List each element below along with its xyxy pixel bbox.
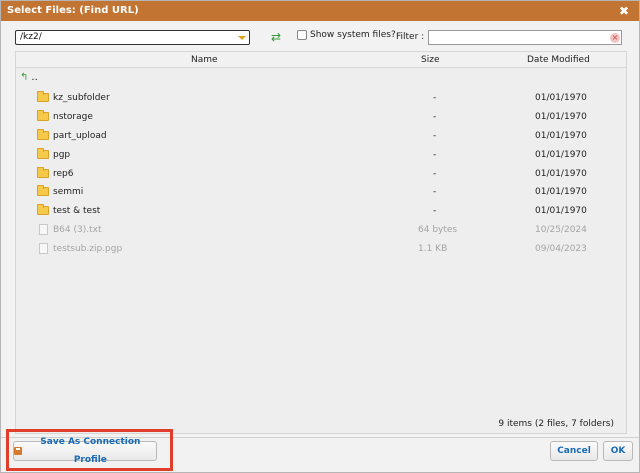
up-arrow-icon: ↰ xyxy=(20,72,29,83)
save-connection-profile-button[interactable]: Save As Connection Profile xyxy=(13,437,157,465)
show-system-files-checkbox[interactable]: Show system files? xyxy=(297,30,396,40)
row-date: 09/04/2023 xyxy=(535,244,587,255)
row-date: 01/01/1970 xyxy=(535,187,587,198)
grid-header: Name Size Date Modified xyxy=(16,52,626,68)
row-date: 01/01/1970 xyxy=(535,93,587,103)
row-date: 01/01/1970 xyxy=(535,111,587,122)
file-icon xyxy=(39,243,48,255)
row-size: - xyxy=(433,187,437,198)
row-size: - xyxy=(433,149,437,160)
row-name: nstorage xyxy=(53,111,93,122)
column-header-date[interactable]: Date Modified xyxy=(527,55,590,65)
column-header-size[interactable]: Size xyxy=(421,55,439,65)
file-icon xyxy=(39,224,48,236)
row-size: - xyxy=(433,111,437,122)
refresh-icon[interactable]: ⇄ xyxy=(271,30,281,44)
folder-row[interactable]: semmi - 01/01/1970 xyxy=(16,183,626,202)
row-date: 01/01/1970 xyxy=(535,206,587,217)
show-system-files-label: Show system files? xyxy=(310,30,396,40)
toolbar: /kz2/ ⇄ Show system files? Filter : × xyxy=(15,29,627,47)
row-size: 64 bytes xyxy=(418,225,458,236)
clear-filter-icon[interactable]: × xyxy=(610,33,620,43)
folder-row[interactable]: pgp - 01/01/1970 xyxy=(16,146,626,165)
row-date: 01/01/1970 xyxy=(535,149,587,160)
items-summary: 9 items (2 files, 7 folders) xyxy=(498,419,614,429)
path-value: /kz2/ xyxy=(20,32,42,42)
save-profile-label: Save As Connection Profile xyxy=(40,437,141,465)
column-header-name[interactable]: Name xyxy=(191,55,218,65)
ok-button[interactable]: OK xyxy=(603,441,633,461)
row-name: test & test xyxy=(53,206,101,217)
row-name: B64 (3).txt xyxy=(53,225,102,236)
folder-icon xyxy=(37,204,49,216)
save-icon xyxy=(14,447,22,455)
folder-icon xyxy=(37,185,49,197)
dialog-titlebar: Select Files: (Find URL) ✖ xyxy=(1,1,639,21)
file-list: kz_subfolder - 01/01/1970 nstorage - 01/01/19… xyxy=(16,89,626,259)
folder-row[interactable]: test & test - 01/01/1970 xyxy=(16,202,626,221)
row-date: 01/01/1970 xyxy=(535,130,587,141)
folder-row[interactable]: nstorage - 01/01/1970 xyxy=(16,108,626,127)
chevron-down-icon[interactable] xyxy=(238,36,246,40)
folder-row[interactable]: rep6 - 01/01/1970 xyxy=(16,165,626,184)
file-row[interactable]: testsub.zip.pgp 1.1 KB 09/04/2023 xyxy=(16,240,626,259)
file-row[interactable]: B64 (3).txt 64 bytes 10/25/2024 xyxy=(16,221,626,240)
folder-row[interactable]: kz_subfolder - 01/01/1970 xyxy=(16,89,626,108)
checkbox-box[interactable] xyxy=(297,30,307,40)
select-files-dialog: Select Files: (Find URL) ✖ /kz2/ ⇄ Show … xyxy=(0,0,640,473)
folder-icon xyxy=(37,147,49,159)
folder-icon xyxy=(37,109,49,121)
parent-folder-label: .. xyxy=(31,72,38,83)
row-size: - xyxy=(433,206,437,217)
folder-row[interactable]: part_upload - 01/01/1970 xyxy=(16,127,626,146)
row-name: part_upload xyxy=(53,130,107,141)
row-name: pgp xyxy=(53,149,71,160)
folder-icon xyxy=(37,166,49,178)
folder-icon xyxy=(37,128,49,140)
close-icon[interactable]: ✖ xyxy=(619,1,629,21)
dialog-title: Select Files: (Find URL) xyxy=(7,5,139,16)
filter-input[interactable]: × xyxy=(428,30,622,45)
row-size: - xyxy=(433,130,437,141)
row-size: - xyxy=(433,93,437,103)
row-name: testsub.zip.pgp xyxy=(53,244,123,255)
path-combobox[interactable]: /kz2/ xyxy=(15,30,250,45)
cancel-button[interactable]: Cancel xyxy=(550,441,598,461)
row-name: kz_subfolder xyxy=(53,93,110,103)
row-size: 1.1 KB xyxy=(418,244,448,255)
file-grid: Name Size Date Modified ↰ .. kz_subfolde… xyxy=(15,51,627,434)
row-date: 01/01/1970 xyxy=(535,168,587,179)
row-name: rep6 xyxy=(53,168,74,179)
row-name: semmi xyxy=(53,187,84,198)
row-date: 10/25/2024 xyxy=(535,225,587,236)
folder-icon xyxy=(37,91,49,102)
parent-folder-row[interactable]: ↰ .. xyxy=(20,72,38,83)
row-size: - xyxy=(433,168,437,179)
filter-label: Filter : xyxy=(396,32,425,42)
